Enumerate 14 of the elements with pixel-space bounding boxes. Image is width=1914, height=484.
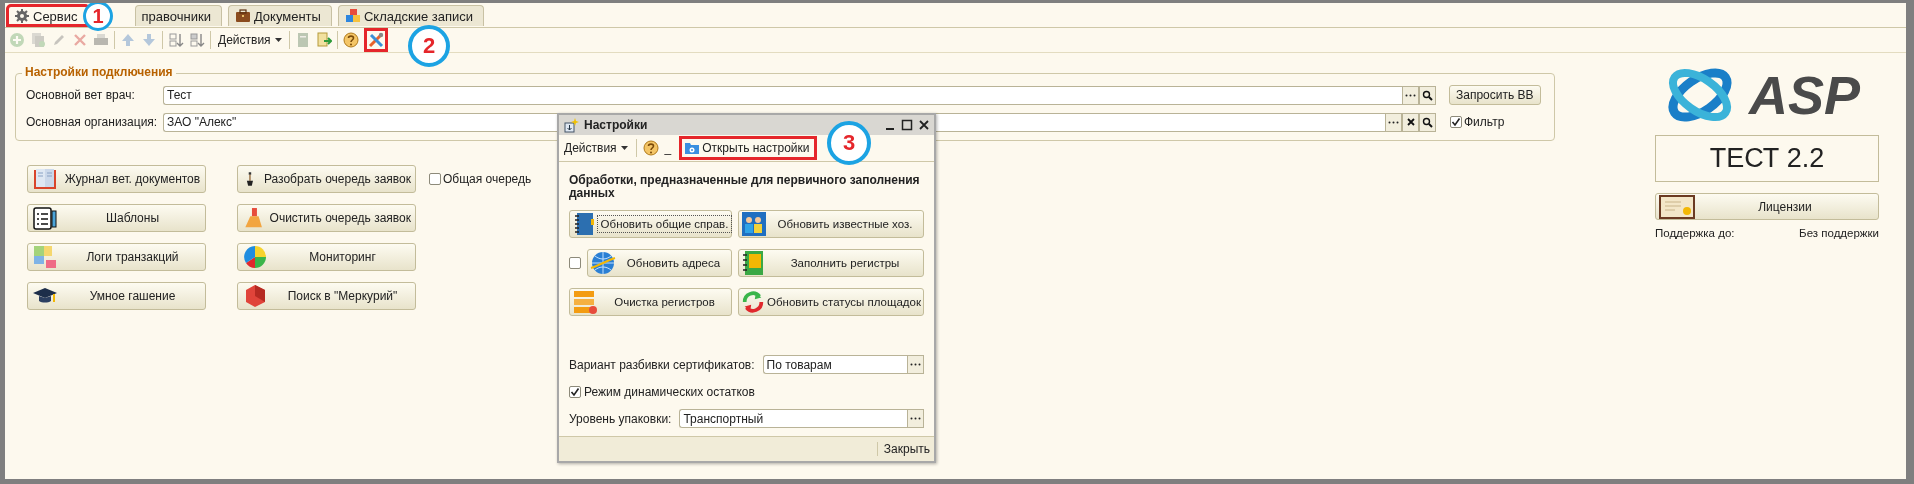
toolbar-mark: _: [664, 141, 672, 155]
logo-text: ASP: [1749, 64, 1861, 126]
field-label: Уровень упаковки:: [569, 411, 672, 426]
step-marker: 2: [408, 25, 450, 67]
support-label: Поддержка до:: [1655, 227, 1735, 239]
section-heading: Обработки, предназначенные для первичного заполнения данных: [569, 174, 921, 200]
field-label: Основной вет врач:: [26, 88, 136, 102]
version-label: ТЕСТ 2.2: [1655, 135, 1879, 182]
field-label: Основная организация:: [26, 115, 159, 129]
dialog-title: Настройки: [584, 118, 648, 132]
step-marker: 1: [83, 3, 113, 31]
field-label: Вариант разбивки сертификатов:: [569, 357, 755, 372]
support-value: Без поддержки: [1799, 227, 1879, 239]
group-title: Настройки подключения: [22, 65, 176, 79]
